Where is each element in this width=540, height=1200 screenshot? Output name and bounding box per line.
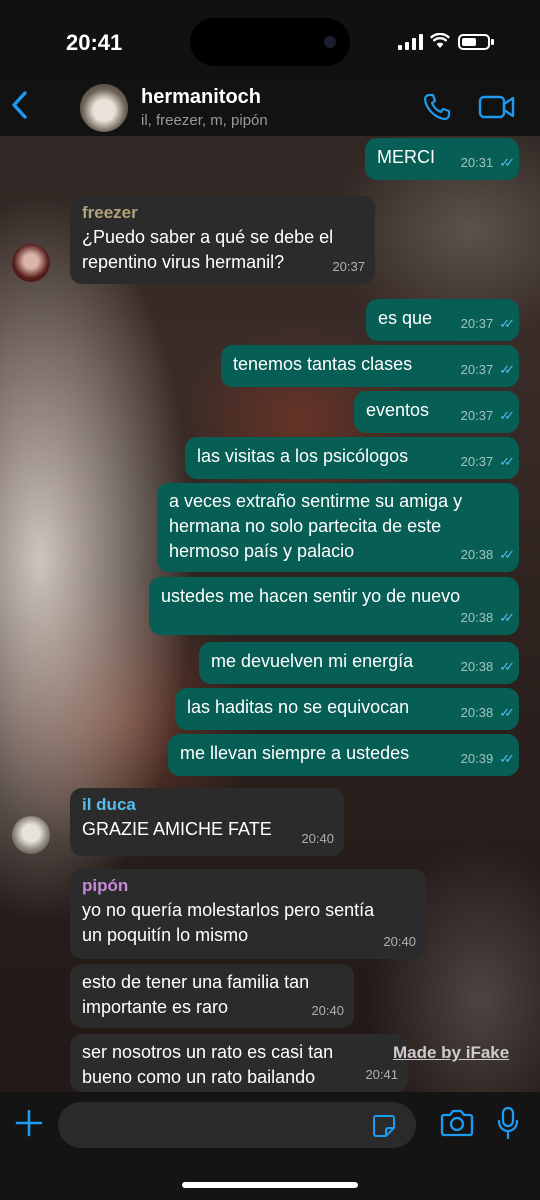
message-time: 20:38	[460, 610, 494, 625]
message-time: 20:37	[460, 362, 494, 377]
message-text: yo no quería molestarlos pero sentía un …	[82, 900, 375, 945]
message-meta: 20:40	[311, 998, 344, 1023]
status-bar: 20:41	[0, 0, 540, 80]
message-meta: 20:38 ✓✓	[460, 700, 515, 725]
incoming-message[interactable]: esto de tener una familia tan importante…	[70, 964, 354, 1028]
message-time: 20:38	[460, 659, 494, 674]
message-meta: 20:37 ✓✓	[460, 357, 515, 382]
read-receipt-icon: ✓✓	[499, 454, 515, 469]
message-meta: 20:40	[301, 826, 334, 851]
message-text: las haditas no se equivocan	[187, 697, 410, 717]
message-time: 20:38	[460, 705, 494, 720]
message-time: 20:37	[460, 454, 494, 469]
sticker-icon[interactable]	[372, 1114, 396, 1138]
read-receipt-icon: ✓✓	[499, 659, 515, 674]
outgoing-message[interactable]: es que 20:37 ✓✓	[366, 299, 519, 341]
incoming-message[interactable]: freezer ¿Puedo saber a qué se debe el rep…	[70, 196, 375, 284]
cellular-signal-icon	[398, 34, 423, 50]
message-text: a veces extraño sentirme su amiga y herm…	[169, 491, 463, 561]
incoming-message[interactable]: pipón yo no quería molestarlos pero sentí…	[70, 869, 426, 959]
message-time: 20:37	[460, 316, 494, 331]
watermark: Made by iFake	[393, 1043, 510, 1062]
message-time: 20:41	[365, 1067, 398, 1082]
message-meta: 20:37 ✓✓	[460, 449, 515, 474]
read-receipt-icon: ✓✓	[499, 751, 515, 766]
message-text: ser nosotros un rato es casi tan bueno c…	[82, 1042, 334, 1087]
outgoing-message[interactable]: las visitas a los psicólogos 20:37 ✓✓	[185, 437, 519, 479]
message-meta: 20:37 ✓✓	[460, 311, 515, 336]
outgoing-message[interactable]: tenemos tantas clases 20:37 ✓✓	[221, 345, 519, 387]
read-receipt-icon: ✓✓	[499, 155, 515, 170]
message-meta: 20:31 ✓✓	[460, 150, 515, 175]
outgoing-message[interactable]: MERCI 20:31 ✓✓	[365, 138, 519, 180]
read-receipt-icon: ✓✓	[499, 408, 515, 423]
read-receipt-icon: ✓✓	[499, 610, 515, 625]
wifi-icon	[430, 33, 450, 48]
outgoing-message[interactable]: me llevan siempre a ustedes 20:39 ✓✓	[168, 734, 519, 776]
incoming-message[interactable]: il duca GRAZIE AMICHE FATE 20:40	[70, 788, 344, 856]
microphone-icon[interactable]	[496, 1106, 520, 1140]
incoming-message[interactable]: ser nosotros un rato es casi tan bueno c…	[70, 1034, 408, 1092]
message-sender: il duca	[82, 795, 136, 814]
outgoing-message[interactable]: las haditas no se equivocan 20:38 ✓✓	[175, 688, 519, 730]
home-indicator	[182, 1182, 358, 1188]
read-receipt-icon: ✓✓	[499, 547, 515, 562]
message-time: 20:40	[311, 1003, 344, 1018]
outgoing-message[interactable]: me devuelven mi energía 20:38 ✓✓	[199, 642, 519, 684]
read-receipt-icon: ✓✓	[499, 362, 515, 377]
message-time: 20:31	[460, 155, 494, 170]
message-time: 20:40	[301, 831, 334, 846]
dynamic-island	[190, 18, 350, 66]
message-meta: 20:37	[332, 254, 365, 279]
chevron-left-icon[interactable]	[8, 90, 32, 120]
battery-icon	[458, 34, 490, 50]
message-text: ustedes me hacen sentir yo de nuevo	[161, 586, 461, 606]
outgoing-message[interactable]: ustedes me hacen sentir yo de nuevo 20:38…	[149, 577, 519, 635]
phone-icon[interactable]	[422, 92, 452, 122]
message-time: 20:37	[332, 259, 365, 274]
chat-participants[interactable]: il, freezer, m, pipón	[141, 112, 268, 129]
message-meta: 20:40	[383, 929, 416, 954]
message-text: me llevan siempre a ustedes	[180, 743, 410, 763]
message-text: GRAZIE AMICHE FATE	[82, 819, 272, 839]
camera-icon[interactable]	[440, 1108, 474, 1138]
status-time: 20:41	[66, 30, 123, 55]
group-avatar[interactable]	[80, 84, 128, 132]
message-meta: 20:38 ✓✓	[460, 542, 515, 567]
message-input[interactable]	[58, 1102, 416, 1148]
message-text: ¿Puedo saber a qué se debe el repentino …	[82, 227, 334, 272]
outgoing-message[interactable]: a veces extraño sentirme su amiga y herm…	[157, 483, 519, 572]
message-meta: 20:39 ✓✓	[460, 746, 515, 771]
freezer-avatar[interactable]	[12, 244, 50, 282]
message-time: 20:40	[383, 934, 416, 949]
plus-icon[interactable]	[14, 1108, 44, 1138]
message-sender: pipón	[82, 876, 129, 895]
outgoing-message[interactable]: eventos 20:37 ✓✓	[354, 391, 519, 433]
video-camera-icon[interactable]	[478, 94, 516, 120]
message-sender: freezer	[82, 203, 138, 222]
chat-header: hermanitoch il, freezer, m, pipón	[0, 80, 540, 136]
message-meta: 20:38 ✓✓	[460, 605, 515, 630]
read-receipt-icon: ✓✓	[499, 316, 515, 331]
read-receipt-icon: ✓✓	[499, 705, 515, 720]
battery-tip	[491, 39, 494, 45]
message-meta: 20:37 ✓✓	[460, 403, 515, 428]
chat-title[interactable]: hermanitoch	[141, 86, 261, 109]
message-meta: 20:41	[365, 1062, 398, 1087]
message-meta: 20:38 ✓✓	[460, 654, 515, 679]
message-text: esto de tener una familia tan importante…	[82, 972, 310, 1017]
message-time: 20:38	[460, 547, 494, 562]
il-duca-avatar[interactable]	[12, 816, 50, 854]
message-time: 20:39	[460, 751, 494, 766]
message-time: 20:37	[460, 408, 494, 423]
